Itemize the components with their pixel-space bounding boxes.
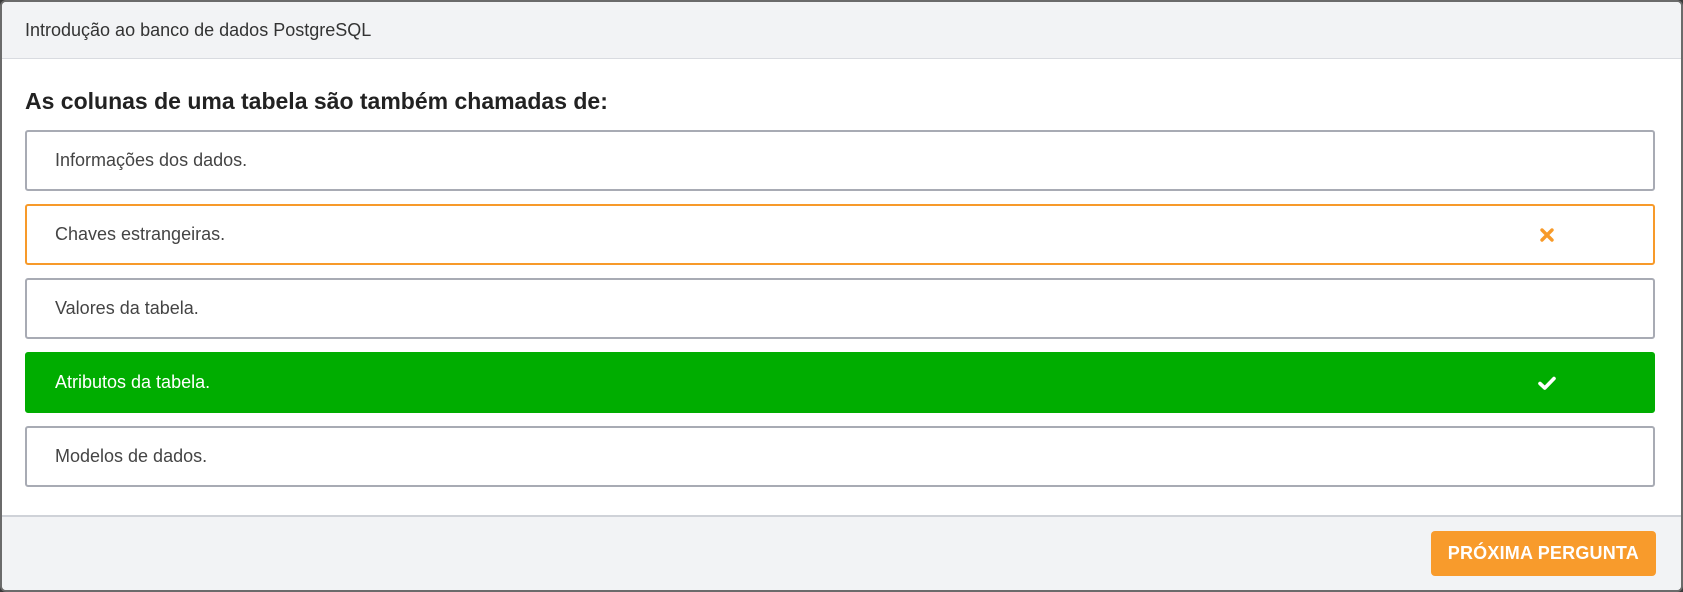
answer-option-4[interactable]: Atributos da tabela. [25,352,1655,413]
answer-label: Chaves estrangeiras. [55,224,226,244]
answer-option-2[interactable]: Chaves estrangeiras. [25,204,1655,265]
answer-option-1[interactable]: Informações dos dados. [25,130,1655,191]
answer-label: Modelos de dados. [55,446,208,466]
course-header: Introdução ao banco de dados PostgreSQL [2,2,1681,59]
quiz-card: Introdução ao banco de dados PostgreSQL … [0,0,1683,592]
next-question-button[interactable]: PRÓXIMA PERGUNTA [1430,531,1656,576]
quiz-footer: PRÓXIMA PERGUNTA [2,515,1681,590]
check-icon [1536,372,1558,394]
answer-option-5[interactable]: Modelos de dados. [25,426,1655,487]
answer-label: Atributos da tabela. [55,372,211,392]
answer-options: Informações dos dados. Chaves estrangeir… [25,130,1655,487]
quiz-body: As colunas de uma tabela são também cham… [2,59,1681,487]
question-text: As colunas de uma tabela são também cham… [25,88,608,114]
answer-label: Valores da tabela. [55,298,199,318]
x-icon [1536,224,1558,246]
answer-option-3[interactable]: Valores da tabela. [25,278,1655,339]
answer-label: Informações dos dados. [55,150,248,170]
course-title: Introdução ao banco de dados PostgreSQL [25,19,372,40]
